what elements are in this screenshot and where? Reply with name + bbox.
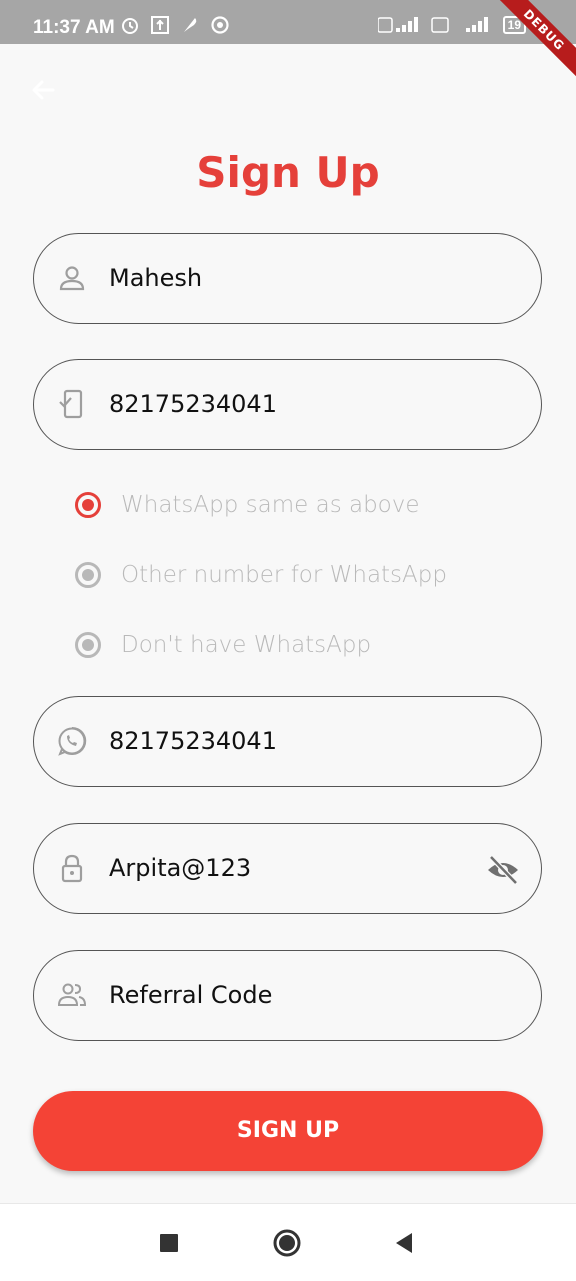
- phone-value: 82175234041: [109, 390, 277, 418]
- volte-signal-icon: [377, 17, 418, 33]
- radio-button-selected[interactable]: [75, 492, 101, 518]
- radio-label: WhatsApp same as above: [121, 492, 420, 518]
- radio-button[interactable]: [75, 632, 101, 658]
- usb-icon: [151, 16, 169, 34]
- system-icons: 19: [377, 16, 526, 34]
- radio-button[interactable]: [75, 562, 101, 588]
- phone-field[interactable]: 82175234041: [33, 359, 542, 450]
- data-saver-icon: [211, 16, 229, 34]
- referral-field[interactable]: Referral Code: [33, 950, 542, 1041]
- home-circle-icon[interactable]: [272, 1228, 302, 1258]
- alarm-icon: [122, 18, 138, 34]
- radio-whatsapp-same[interactable]: WhatsApp same as above: [75, 487, 420, 523]
- radio-label: Other number for WhatsApp: [121, 562, 447, 588]
- group-icon: [57, 983, 87, 1006]
- whatsapp-field[interactable]: 82175234041: [33, 696, 542, 787]
- person-icon: [59, 266, 85, 291]
- recents-square-icon[interactable]: [154, 1228, 184, 1258]
- volte-signal-icon-2: [430, 17, 449, 33]
- radio-label: Don't have WhatsApp: [121, 632, 372, 658]
- whatsapp-value: 82175234041: [109, 727, 277, 755]
- navigation-bar: [0, 1203, 576, 1281]
- radio-whatsapp-none[interactable]: Don't have WhatsApp: [75, 627, 371, 663]
- password-field[interactable]: Arpita@123: [33, 823, 542, 914]
- notification-icons: [120, 15, 230, 35]
- radio-whatsapp-other[interactable]: Other number for WhatsApp: [75, 557, 447, 593]
- 4g-signal-icon: [465, 17, 488, 32]
- status-time: 11:37 AM: [33, 17, 115, 38]
- whatsapp-icon: [58, 726, 87, 756]
- back-arrow-icon[interactable]: [27, 74, 59, 106]
- eye-off-icon[interactable]: [485, 852, 521, 888]
- password-value: Arpita@123: [109, 854, 252, 882]
- name-value: Mahesh: [109, 264, 203, 292]
- status-bar: 11:37 AM 19 DEBUG: [0, 0, 576, 87]
- page-title: Sign Up: [196, 148, 380, 197]
- referral-placeholder: Referral Code: [109, 981, 273, 1009]
- back-triangle-icon[interactable]: [390, 1228, 420, 1258]
- phone-verify-icon: [59, 389, 83, 419]
- lock-icon: [61, 854, 83, 883]
- feather-icon: [184, 18, 197, 32]
- name-field[interactable]: Mahesh: [33, 233, 542, 324]
- debug-banner: DEBUG: [487, 0, 576, 87]
- signup-button[interactable]: SIGN UP: [33, 1091, 543, 1171]
